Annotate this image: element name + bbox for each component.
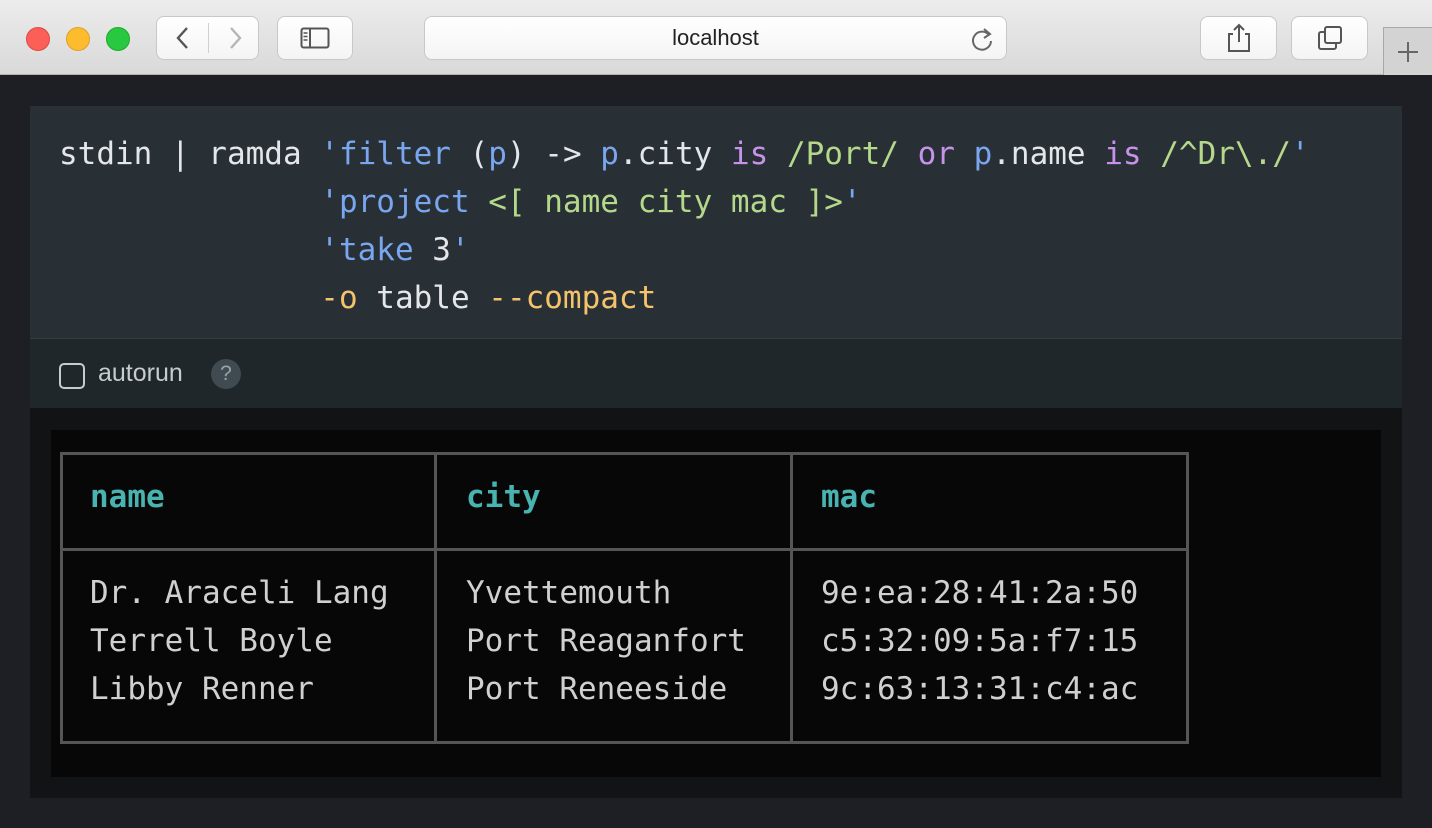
url-text: localhost (672, 25, 759, 50)
table-cell-mac: c5:32:09:5a:f7:15 (821, 623, 1139, 659)
autorun-label[interactable]: autorun (98, 359, 183, 388)
back-button[interactable] (157, 17, 208, 59)
show-tabs-button[interactable] (1291, 16, 1368, 60)
code-token: .city (618, 136, 731, 172)
output-panel: name city mac Dr. Araceli Lang Yvettemou… (30, 408, 1402, 798)
table-header-divider (60, 548, 1189, 551)
reload-button[interactable] (970, 26, 994, 56)
column-header-mac: mac (821, 479, 877, 515)
table-column-divider (790, 452, 793, 744)
table-column-divider (434, 452, 437, 744)
share-icon (1227, 23, 1250, 52)
nav-button-group (156, 16, 259, 60)
code-token: p (600, 136, 619, 172)
sidebar-toggle-button[interactable] (277, 16, 353, 60)
code-token: p (973, 136, 993, 172)
forward-button[interactable] (209, 17, 260, 59)
code-token: .name (992, 136, 1105, 172)
zoom-window-button[interactable] (106, 27, 130, 51)
code-token: ' (450, 232, 470, 268)
command-editor[interactable]: stdin | ramda 'filter (p) -> p.city is /… (30, 106, 1402, 338)
table-cell-name: Libby Renner (90, 671, 314, 707)
code-token: /Port/ (786, 136, 918, 172)
chevron-right-icon (229, 27, 242, 49)
code-token: <[ name city mac ]> (488, 184, 843, 220)
close-window-button[interactable] (26, 27, 50, 51)
table-cell-city: Yvettemouth (466, 575, 672, 611)
terminal-output: name city mac Dr. Araceli Lang Yvettemou… (51, 430, 1381, 777)
code-token: ' (842, 184, 862, 220)
chevron-left-icon (175, 27, 188, 49)
code-token: -o (320, 280, 377, 316)
reload-icon (972, 28, 992, 51)
code-line: -o table --compact (59, 274, 1402, 322)
tabs-icon (1317, 26, 1342, 50)
code-line: 'take 3' (59, 226, 1402, 274)
code-token: 'filter (320, 136, 470, 172)
column-header-city: city (466, 479, 541, 515)
code-line: stdin | ramda 'filter (p) -> p.city is /… (59, 130, 1402, 178)
browser-toolbar: localhost (0, 0, 1432, 75)
new-tab-button[interactable] (1383, 27, 1432, 75)
table-cell-city: Port Reaganfort (466, 623, 746, 659)
code-token: is (730, 136, 787, 172)
code-token: p (488, 136, 507, 172)
command-code[interactable]: stdin | ramda 'filter (p) -> p.city is /… (59, 130, 1402, 322)
table-border-right (1186, 452, 1189, 744)
code-token: ' (1290, 136, 1310, 172)
table-cell-mac: 9c:63:13:31:c4:ac (821, 671, 1139, 707)
run-options-bar: autorun ? (30, 338, 1402, 408)
code-token: or (917, 136, 974, 172)
code-token: /^Dr\./ (1160, 136, 1291, 172)
autorun-checkbox[interactable] (59, 363, 85, 389)
code-token: is (1104, 136, 1161, 172)
sidebar-icon (300, 27, 330, 49)
code-token: table (376, 280, 489, 316)
output-table: name city mac Dr. Araceli Lang Yvettemou… (60, 452, 1189, 744)
code-line: 'project <[ name city mac ]>' (59, 178, 1402, 226)
address-bar[interactable]: localhost (424, 16, 1007, 60)
code-token: 'take (320, 232, 433, 268)
table-cell-mac: 9e:ea:28:41:2a:50 (821, 575, 1139, 611)
table-cell-city: Port Reneeside (466, 671, 728, 707)
minimize-window-button[interactable] (66, 27, 90, 51)
code-token: 3 (432, 232, 451, 268)
code-token: ) -> (506, 136, 601, 172)
code-token: 'project (320, 184, 489, 220)
table-cell-name: Dr. Araceli Lang (90, 575, 389, 611)
code-token: --compact (488, 280, 657, 316)
table-border-bottom (60, 741, 1189, 744)
code-token: stdin | ramda (59, 136, 321, 172)
column-header-name: name (90, 479, 165, 515)
help-icon[interactable]: ? (211, 359, 241, 389)
table-border-left (60, 452, 63, 744)
plus-icon (1398, 41, 1418, 62)
table-border-top (60, 452, 1189, 455)
share-button[interactable] (1200, 16, 1277, 60)
code-token: ( (469, 136, 489, 172)
table-cell-name: Terrell Boyle (90, 623, 333, 659)
